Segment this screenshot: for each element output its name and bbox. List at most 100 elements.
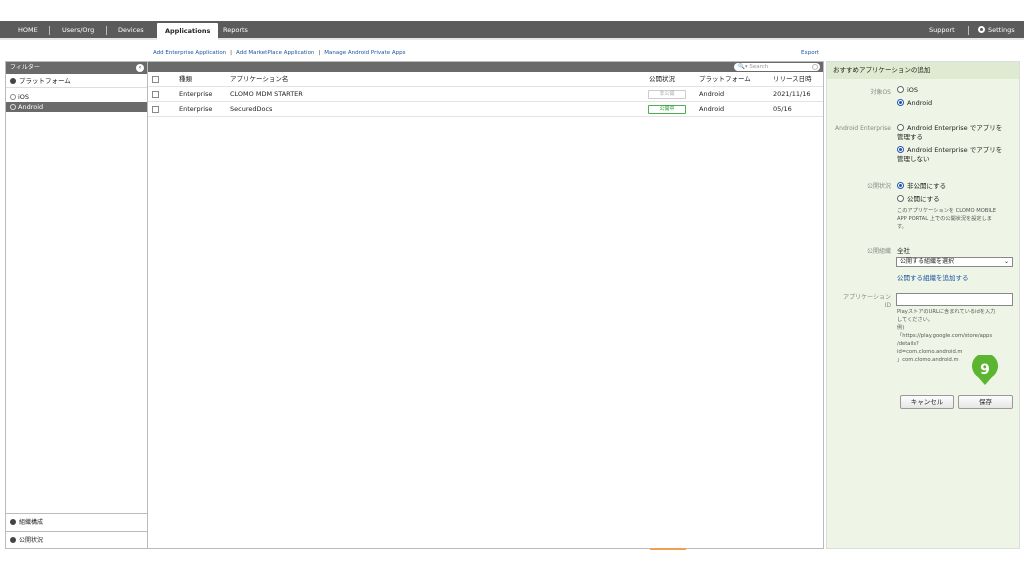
search-placeholder: Search: [749, 64, 769, 70]
clear-search-icon[interactable]: [812, 64, 818, 70]
publish-label: 公開状況: [866, 183, 891, 190]
nav-reports[interactable]: Reports: [223, 21, 248, 40]
gear-icon: [978, 26, 985, 33]
link-separator: |: [318, 50, 321, 56]
table-row[interactable]: Enterprise CLOMO MDM STARTER 非公開 Android…: [148, 87, 823, 102]
publish-note-line: APP PORTAL 上での公開状況を設定しま: [897, 216, 992, 222]
top-nav: HOME Users/Org Devices Applications Repo…: [0, 21, 1024, 40]
os-ios-label: iOS: [907, 86, 919, 94]
app-id-note-line: id=com.clomo.android.m: [897, 349, 963, 355]
cell-platform: Android: [699, 90, 725, 98]
nav-home[interactable]: HOME: [18, 21, 38, 40]
filter-option-android[interactable]: Android: [6, 102, 147, 112]
expand-icon: [10, 537, 16, 543]
app-id-input[interactable]: [896, 293, 1013, 306]
nav-support[interactable]: Support: [929, 21, 955, 40]
row-checkbox[interactable]: [152, 91, 159, 98]
save-button[interactable]: 保存: [958, 395, 1013, 409]
app-id-label-line: アプリケーション: [843, 294, 891, 301]
org-select[interactable]: 公開する組織を選択 ⌄: [896, 257, 1013, 267]
expand-icon: [10, 78, 16, 84]
publish-public-radio[interactable]: 公開にする: [897, 193, 940, 203]
ae-label: Android Enterprise: [827, 125, 891, 133]
nav-settings[interactable]: Settings: [978, 21, 1015, 40]
app-table: 🔍▾ Search 種類 アプリケーション名 公開状況 プラットフォーム リリー…: [148, 61, 824, 549]
cell-release: 05/16: [773, 105, 792, 113]
cancel-button[interactable]: キャンセル: [900, 395, 954, 409]
radio-icon: [897, 99, 904, 106]
nav-separator: [49, 26, 50, 35]
app-id-note-line: PlayストアのURLに含まれているidを入力: [897, 309, 996, 315]
scroll-indicator: [650, 548, 686, 550]
nav-separator: [106, 26, 107, 35]
col-status[interactable]: 公開状況: [649, 72, 675, 87]
os-ios-radio[interactable]: iOS: [897, 86, 918, 94]
filter-option-label: iOS: [18, 93, 30, 101]
table-header: 種類 アプリケーション名 公開状況 プラットフォーム リリース日時: [148, 72, 823, 87]
status-section[interactable]: 公開状況: [6, 531, 147, 548]
app-id-note-line: 」com.clomo.android.m: [897, 357, 959, 363]
cell-type: Enterprise: [179, 90, 213, 98]
publish-public-label: 公開にする: [907, 195, 940, 203]
nav-users-org[interactable]: Users/Org: [62, 21, 94, 40]
export-link[interactable]: Export: [801, 50, 819, 56]
action-links: Add Enterprise Application | Add MarketPla…: [153, 50, 405, 56]
cell-name[interactable]: SecuredDocs: [230, 102, 272, 117]
panel-title: おすすめアプリケーションの追加: [827, 62, 1019, 79]
os-label: 対象OS: [870, 89, 891, 96]
expand-icon: [10, 519, 16, 525]
add-enterprise-app-link[interactable]: Add Enterprise Application: [153, 50, 226, 56]
os-android-label: Android: [907, 99, 933, 107]
nav-settings-label: Settings: [988, 26, 1015, 34]
filter-option-ios[interactable]: iOS: [6, 92, 147, 102]
status-badge: 非公開: [648, 90, 686, 99]
nav-applications[interactable]: Applications: [157, 23, 219, 40]
cell-name[interactable]: CLOMO MDM STARTER: [230, 87, 303, 102]
ae-manage-radio[interactable]: Android Enterprise でアプリを 管理する: [897, 124, 1019, 142]
cell-release: 2021/11/16: [773, 90, 811, 98]
app-id-label: アプリケーション ID: [827, 294, 891, 310]
app-id-note-line: 「https://play.google.com/store/apps: [897, 333, 993, 339]
manage-android-private-apps-link[interactable]: Manage Android Private Apps: [324, 50, 405, 56]
link-separator: |: [230, 50, 233, 56]
ae-nomanage-radio[interactable]: Android Enterprise でアプリを 管理しない: [897, 146, 1019, 164]
collapse-panel-icon[interactable]: ‹: [136, 64, 144, 72]
cell-platform: Android: [699, 105, 725, 113]
app-id-label-line: ID: [884, 302, 891, 309]
col-platform[interactable]: プラットフォーム: [699, 72, 751, 87]
ae-nomanage-label-1: Android Enterprise でアプリを: [907, 146, 1003, 154]
status-section-label: 公開状況: [19, 537, 44, 544]
nav-devices[interactable]: Devices: [118, 21, 144, 40]
col-release[interactable]: リリース日時: [773, 72, 812, 87]
cell-type: Enterprise: [179, 105, 213, 113]
step-marker-pin-icon: 9: [972, 355, 998, 385]
col-name[interactable]: アプリケーション名: [230, 72, 288, 87]
org-section[interactable]: 組織構成: [6, 513, 147, 530]
filter-title: フィルター: [10, 64, 40, 71]
add-org-link[interactable]: 公開する組織を追加する: [897, 272, 969, 282]
nav-separator: [968, 26, 969, 35]
ae-nomanage-label-2: 管理しない: [897, 155, 930, 163]
ae-manage-label-2: 管理する: [897, 133, 923, 141]
row-checkbox[interactable]: [152, 106, 159, 113]
radio-icon: [897, 182, 904, 189]
radio-icon: [10, 104, 16, 110]
col-type[interactable]: 種類: [179, 72, 192, 87]
filter-header: フィルター ‹: [6, 62, 147, 74]
org-select-value: 公開する組織を選択: [900, 258, 955, 265]
select-all-checkbox[interactable]: [152, 76, 159, 83]
ae-label-text: Android Enterprise: [835, 125, 891, 132]
ae-manage-label-1: Android Enterprise でアプリを: [907, 124, 1003, 132]
publish-note-line: このアプリケーションを CLOMO MOBILE: [897, 208, 997, 214]
add-marketplace-app-link[interactable]: Add MarketPlace Application: [236, 50, 314, 56]
publish-private-radio[interactable]: 非公開にする: [897, 180, 946, 190]
status-badge: 公開中: [648, 105, 686, 114]
search-input[interactable]: 🔍▾ Search: [734, 63, 820, 71]
chevron-down-icon: ⌄: [1003, 258, 1009, 265]
radio-icon: [897, 195, 904, 202]
os-android-radio[interactable]: Android: [897, 99, 932, 107]
platform-section[interactable]: プラットフォーム: [6, 74, 147, 88]
table-toolbar: 🔍▾ Search: [148, 62, 823, 72]
app-id-note-line: /details?: [897, 341, 919, 347]
table-row[interactable]: Enterprise SecuredDocs 公開中 Android 05/16: [148, 102, 823, 117]
